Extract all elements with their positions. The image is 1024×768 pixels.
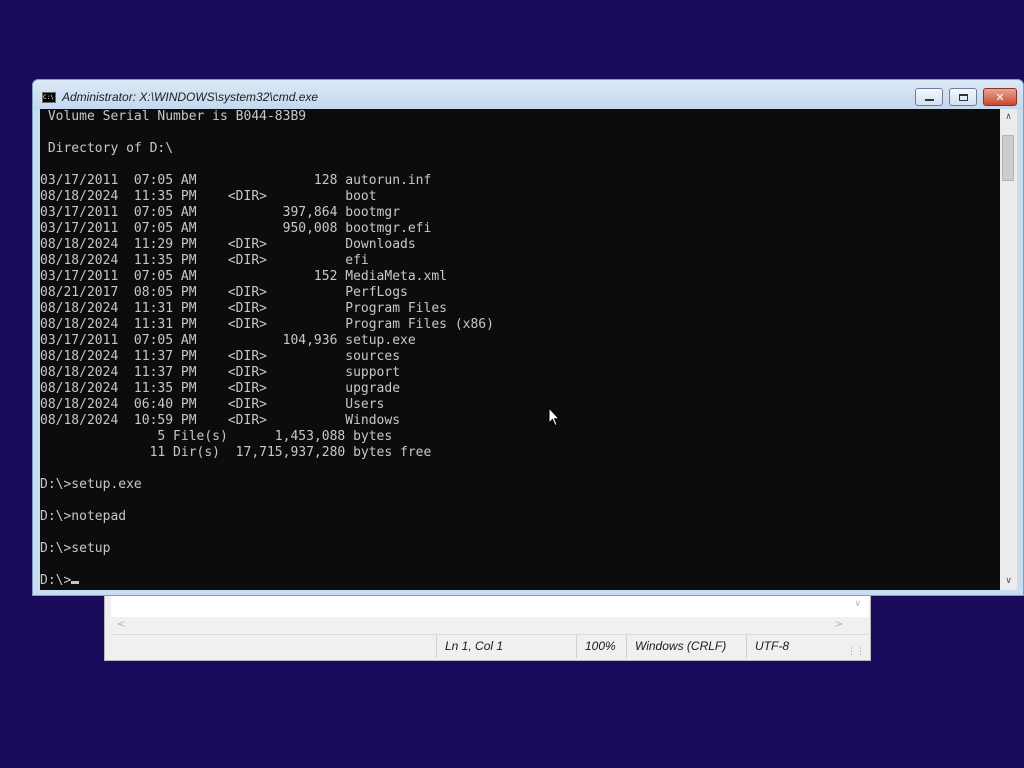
scroll-left-arrow-icon[interactable]: < xyxy=(117,619,125,630)
command-line: D:\>notepad xyxy=(40,509,127,524)
dirs-summary: 11 Dir(s) 17,715,937,280 bytes free xyxy=(40,445,432,460)
scroll-down-arrow-icon[interactable]: ∨ xyxy=(854,599,861,609)
notepad-window[interactable]: ∨ < > Ln 1, Col 1 100% Windows (CRLF) UT… xyxy=(104,588,871,661)
listing-row: 08/18/2024 11:31 PM <DIR> Program Files xyxy=(40,301,447,316)
listing-row: 03/17/2011 07:05 AM 397,864 bootmgr xyxy=(40,205,401,220)
blank-line xyxy=(40,461,1002,477)
scrollbar-thumb[interactable] xyxy=(1002,135,1014,181)
prompt: D:\> xyxy=(40,573,72,588)
notepad-status-bar: Ln 1, Col 1 100% Windows (CRLF) UTF-8 ⋮⋮ xyxy=(111,634,869,659)
listing-row: 08/18/2024 10:59 PM <DIR> Windows xyxy=(40,413,401,428)
blank-line xyxy=(40,157,1002,173)
console-output[interactable]: Volume Serial Number is B044-83B9 Direct… xyxy=(40,109,1002,590)
title-bar[interactable]: C:\ Administrator: X:\WINDOWS\system32\c… xyxy=(33,80,1023,110)
listing-row: 08/18/2024 11:35 PM <DIR> boot xyxy=(40,189,377,204)
maximize-button[interactable] xyxy=(949,88,977,106)
window-title: Administrator: X:\WINDOWS\system32\cmd.e… xyxy=(62,90,319,104)
scroll-up-arrow-icon[interactable]: ∧ xyxy=(1000,109,1017,126)
minimize-icon xyxy=(924,98,934,101)
listing-row: 08/18/2024 11:31 PM <DIR> Program Files … xyxy=(40,317,494,332)
command-line: D:\>setup xyxy=(40,541,111,556)
listing-row: 03/17/2011 07:05 AM 128 autorun.inf xyxy=(40,173,432,188)
command-line: D:\>setup.exe xyxy=(40,477,142,492)
listing-row: 08/18/2024 11:37 PM <DIR> support xyxy=(40,365,401,380)
blank-line xyxy=(40,125,1002,141)
listing-row: 08/18/2024 06:40 PM <DIR> Users xyxy=(40,397,385,412)
cmd-window[interactable]: C:\ Administrator: X:\WINDOWS\system32\c… xyxy=(32,79,1024,596)
cmd-app-icon[interactable]: C:\ xyxy=(42,92,56,103)
minimize-button[interactable] xyxy=(915,88,943,106)
status-encoding: UTF-8 xyxy=(746,635,846,658)
horizontal-scrollbar[interactable]: < > xyxy=(111,617,869,634)
directory-heading: Directory of D:\ xyxy=(40,141,174,156)
files-summary: 5 File(s) 1,453,088 bytes xyxy=(40,429,393,444)
close-icon: ✕ xyxy=(995,90,1005,104)
listing-row: 03/17/2011 07:05 AM 104,936 setup.exe xyxy=(40,333,416,348)
listing-row: 08/21/2017 08:05 PM <DIR> PerfLogs xyxy=(40,285,408,300)
serial-number-line: Volume Serial Number is B044-83B9 xyxy=(40,109,307,124)
mouse-pointer-icon xyxy=(548,407,560,427)
status-position: Ln 1, Col 1 xyxy=(436,635,576,658)
prompt-line[interactable]: D:\> xyxy=(40,573,1002,589)
status-zoom: 100% xyxy=(576,635,626,658)
listing-row: 08/18/2024 11:35 PM <DIR> efi xyxy=(40,253,369,268)
text-cursor xyxy=(71,581,80,584)
listing-row: 03/17/2011 07:05 AM 950,008 bootmgr.efi xyxy=(40,221,432,236)
scroll-down-arrow-icon[interactable]: ∨ xyxy=(1000,573,1017,590)
scroll-right-arrow-icon[interactable]: > xyxy=(835,619,843,630)
resize-grip-icon[interactable]: ⋮⋮ xyxy=(847,646,865,657)
listing-row: 03/17/2011 07:05 AM 152 MediaMeta.xml xyxy=(40,269,447,284)
status-line-endings: Windows (CRLF) xyxy=(626,635,746,658)
maximize-icon xyxy=(958,93,968,101)
listing-row: 08/18/2024 11:29 PM <DIR> Downloads xyxy=(40,237,416,252)
blank-line xyxy=(40,493,1002,509)
close-button[interactable]: ✕ xyxy=(983,88,1017,106)
blank-line xyxy=(40,557,1002,573)
listing-row: 08/18/2024 11:37 PM <DIR> sources xyxy=(40,349,401,364)
blank-line xyxy=(40,525,1002,541)
listing-row: 08/18/2024 11:35 PM <DIR> upgrade xyxy=(40,381,401,396)
vertical-scrollbar[interactable]: ∧ ∨ xyxy=(1000,109,1017,590)
